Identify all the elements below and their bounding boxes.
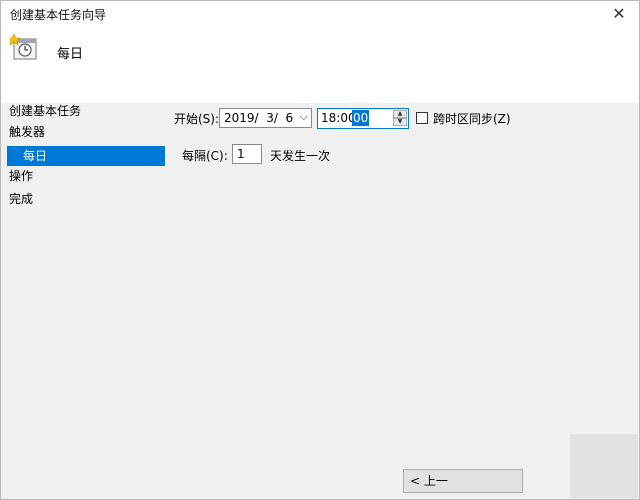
window-title: 创建基本任务向导 (10, 8, 107, 22)
recur-days-value: 1 (237, 147, 245, 161)
sidebar-item-daily[interactable]: 每日 (7, 146, 165, 166)
wizard-window: 创建基本任务向导 ✕ 每日 (0, 0, 640, 500)
wizard-header: 每日 (1, 25, 639, 103)
chevron-down-icon[interactable]: ⌵ (300, 110, 308, 124)
previous-button[interactable]: < 上一 (403, 469, 523, 493)
start-date-value: 2019/ 3/ 6 (224, 111, 294, 125)
watermark-image (570, 434, 638, 498)
spin-up-icon[interactable]: ▲ (393, 110, 407, 118)
recur-days-input[interactable]: 1 (232, 144, 262, 164)
start-time-selected-seconds: 00 (352, 110, 370, 126)
start-time-input[interactable]: 18:00: 00 ▲ ▼ (317, 108, 409, 129)
sync-timezone-checkbox[interactable] (416, 112, 428, 124)
recur-label: 每隔(C): (182, 149, 228, 163)
sidebar-item-trigger[interactable]: 触发器 (9, 122, 45, 142)
clock-calendar-icon (10, 33, 37, 60)
recur-suffix: 天发生一次 (270, 149, 331, 163)
time-spinner[interactable]: ▲ ▼ (393, 110, 407, 127)
spin-down-icon[interactable]: ▼ (393, 118, 407, 126)
start-date-picker[interactable]: 2019/ 3/ 6 ⌵ (219, 108, 312, 128)
sidebar-item-finish[interactable]: 完成 (9, 189, 33, 209)
sync-timezone-label[interactable]: 跨时区同步(Z) (433, 109, 511, 129)
sidebar-item-create-basic-task[interactable]: 创建基本任务 (9, 101, 81, 121)
page-title: 每日 (57, 47, 84, 62)
title-bar: 创建基本任务向导 ✕ (1, 1, 639, 25)
close-button[interactable]: ✕ (599, 1, 639, 25)
start-label: 开始(S): (174, 112, 220, 126)
sidebar-item-action[interactable]: 操作 (9, 166, 33, 186)
